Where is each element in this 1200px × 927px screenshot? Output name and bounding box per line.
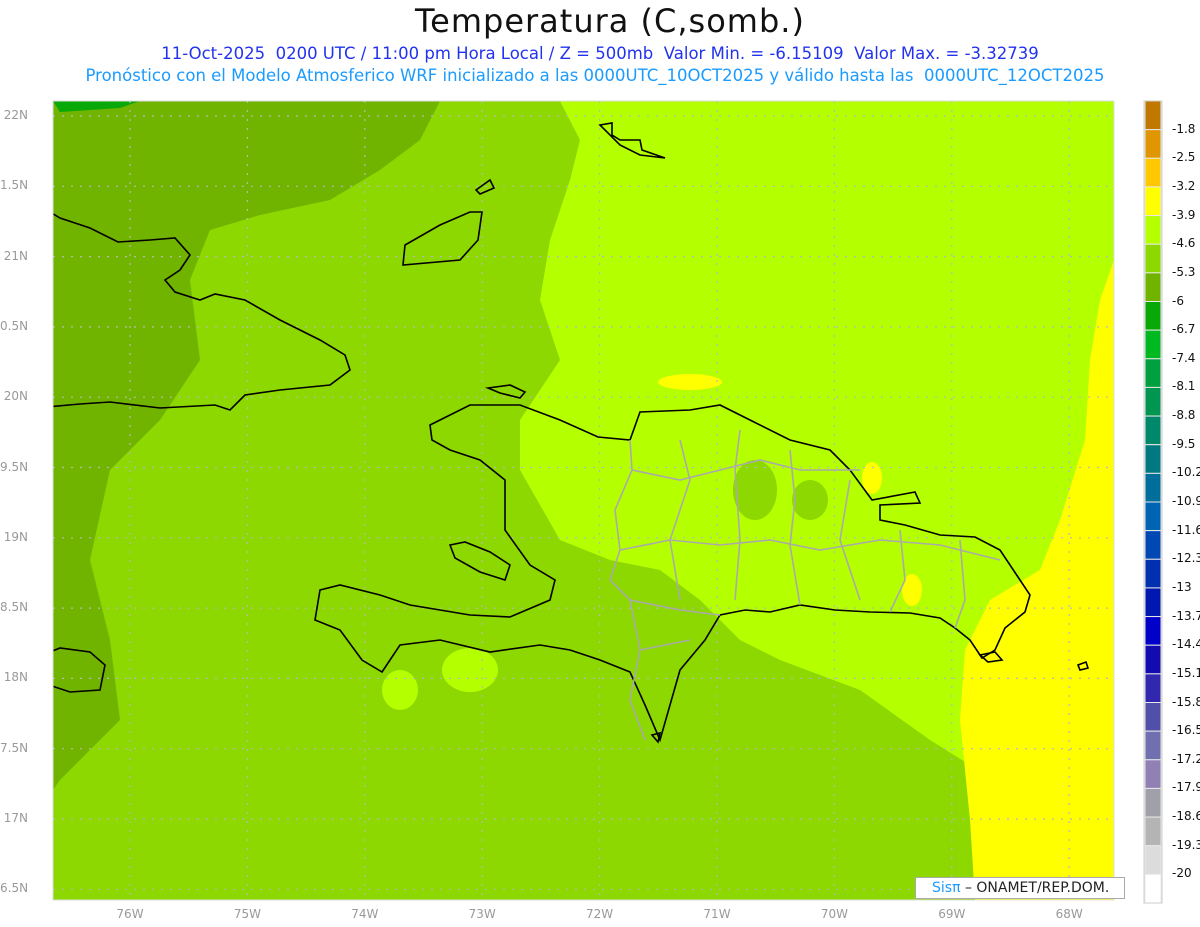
lon-label: 76W: [116, 907, 144, 921]
dark-patch: [792, 480, 828, 520]
colorbar-swatch: [1144, 845, 1162, 875]
lat-label: 21N: [3, 248, 28, 263]
colorbar-swatch: [1144, 272, 1162, 303]
colorbar-label: -8.8: [1172, 408, 1196, 423]
lat-label: 19N: [3, 529, 28, 544]
lat-label: 20N: [3, 389, 28, 404]
colorbar-label: -9.5: [1172, 436, 1196, 451]
colorbar-label: -8.1: [1172, 379, 1196, 394]
colorbar-swatch: [1144, 644, 1162, 675]
lat-label: 6.5N: [0, 881, 29, 896]
colorbar-label: -15.1: [1172, 665, 1200, 680]
colorbar-label: -12.3: [1172, 551, 1200, 566]
colorbar-swatch: [1144, 787, 1162, 818]
colorbar-swatch: [1144, 186, 1162, 217]
lat-label: 0.5N: [0, 318, 29, 333]
colorbar-swatch: [1144, 386, 1162, 417]
colorbar-label: -10.2: [1172, 465, 1200, 480]
lon-label: 69W: [938, 907, 966, 921]
lat-label: 22N: [3, 108, 28, 122]
lon-label: 68W: [1055, 907, 1083, 921]
colorbar-label: -3.9: [1172, 207, 1196, 222]
colorbar-swatch: [1144, 759, 1162, 789]
light-patch: [382, 670, 418, 710]
colorbar-label: -14.4: [1172, 637, 1200, 652]
colorbar-swatch: [1144, 673, 1162, 703]
colorbar-label: -11.6: [1172, 522, 1200, 537]
colorbar-label: -7.4: [1172, 350, 1196, 365]
lon-label: 74W: [351, 907, 379, 921]
valid-time-line: 11-Oct-2025 0200 UTC / 11:00 pm Hora Loc…: [161, 44, 1039, 63]
colorbar-label: -19.3: [1172, 837, 1200, 852]
colorbar-swatch: [1144, 129, 1162, 159]
lon-label: 75W: [233, 907, 261, 921]
model-info-line: Pronóstico con el Modelo Atmosferico WRF…: [85, 66, 1105, 85]
colorbar-label: -4.6: [1172, 236, 1196, 251]
colorbar-label: -15.8: [1172, 694, 1200, 709]
colorbar-label: -5.3: [1172, 264, 1196, 279]
colorbar-swatch: [1144, 444, 1162, 474]
colorbar-swatch: [1144, 702, 1162, 732]
lat-label: 1.5N: [0, 178, 29, 193]
colorbar-swatch: [1144, 100, 1162, 131]
colorbar-swatch: [1144, 243, 1162, 274]
lat-label: 7.5N: [0, 740, 29, 755]
credit-box: Sisπ – ONAMET/REP.DOM.: [915, 877, 1125, 899]
colorbar-label: -10.9: [1172, 494, 1200, 508]
colorbar: [1143, 100, 1163, 904]
yellow-patch: [658, 374, 722, 390]
colorbar-label: -18.6: [1172, 809, 1200, 824]
temperature-map: [52, 100, 1163, 904]
colorbar-swatch: [1144, 616, 1162, 646]
sispi-logo: Sisπ: [932, 880, 961, 896]
colorbar-swatch: [1144, 873, 1162, 904]
lat-label: 18N: [3, 670, 28, 685]
colorbar-swatch: [1144, 558, 1162, 589]
lat-label: 9.5N: [0, 459, 29, 474]
light-patch: [442, 648, 498, 692]
dark-patch: [733, 460, 777, 520]
lon-label: 70W: [820, 907, 848, 921]
colorbar-swatch: [1144, 329, 1162, 360]
credit-text: – ONAMET/REP.DOM.: [964, 880, 1110, 896]
colorbar-swatch: [1144, 816, 1162, 847]
colorbar-label: -3.2: [1172, 178, 1196, 193]
colorbar-label: -1.8: [1172, 121, 1196, 136]
colorbar-swatch: [1144, 301, 1162, 331]
colorbar-swatch: [1144, 730, 1162, 761]
colorbar-label: -13: [1172, 579, 1192, 594]
colorbar-swatch: [1144, 415, 1162, 446]
colorbar-label: -20: [1172, 866, 1192, 881]
colorbar-swatch: [1144, 501, 1162, 532]
lat-label: 8.5N: [0, 600, 29, 615]
colorbar-swatch: [1144, 157, 1162, 188]
colorbar-label: -2.5: [1172, 150, 1196, 165]
colorbar-swatch: [1144, 587, 1162, 618]
lon-label: 72W: [586, 907, 614, 921]
colorbar-label: -13.7: [1172, 608, 1200, 623]
chart-title: Temperatura (C,somb.): [415, 2, 805, 40]
colorbar-swatch: [1144, 358, 1162, 388]
colorbar-swatch: [1144, 215, 1162, 245]
lon-label: 71W: [703, 907, 731, 921]
colorbar-label: -6.7: [1172, 322, 1196, 337]
colorbar-label: -16.5: [1172, 723, 1200, 738]
colorbar-swatch: [1144, 472, 1162, 503]
lon-label: 73W: [468, 907, 496, 921]
lat-label: 17N: [3, 811, 28, 825]
colorbar-swatch: [1144, 530, 1162, 560]
colorbar-label: -17.2: [1172, 751, 1200, 766]
colorbar-label: -17.9: [1172, 780, 1200, 795]
colorbar-label: -6: [1172, 293, 1184, 308]
